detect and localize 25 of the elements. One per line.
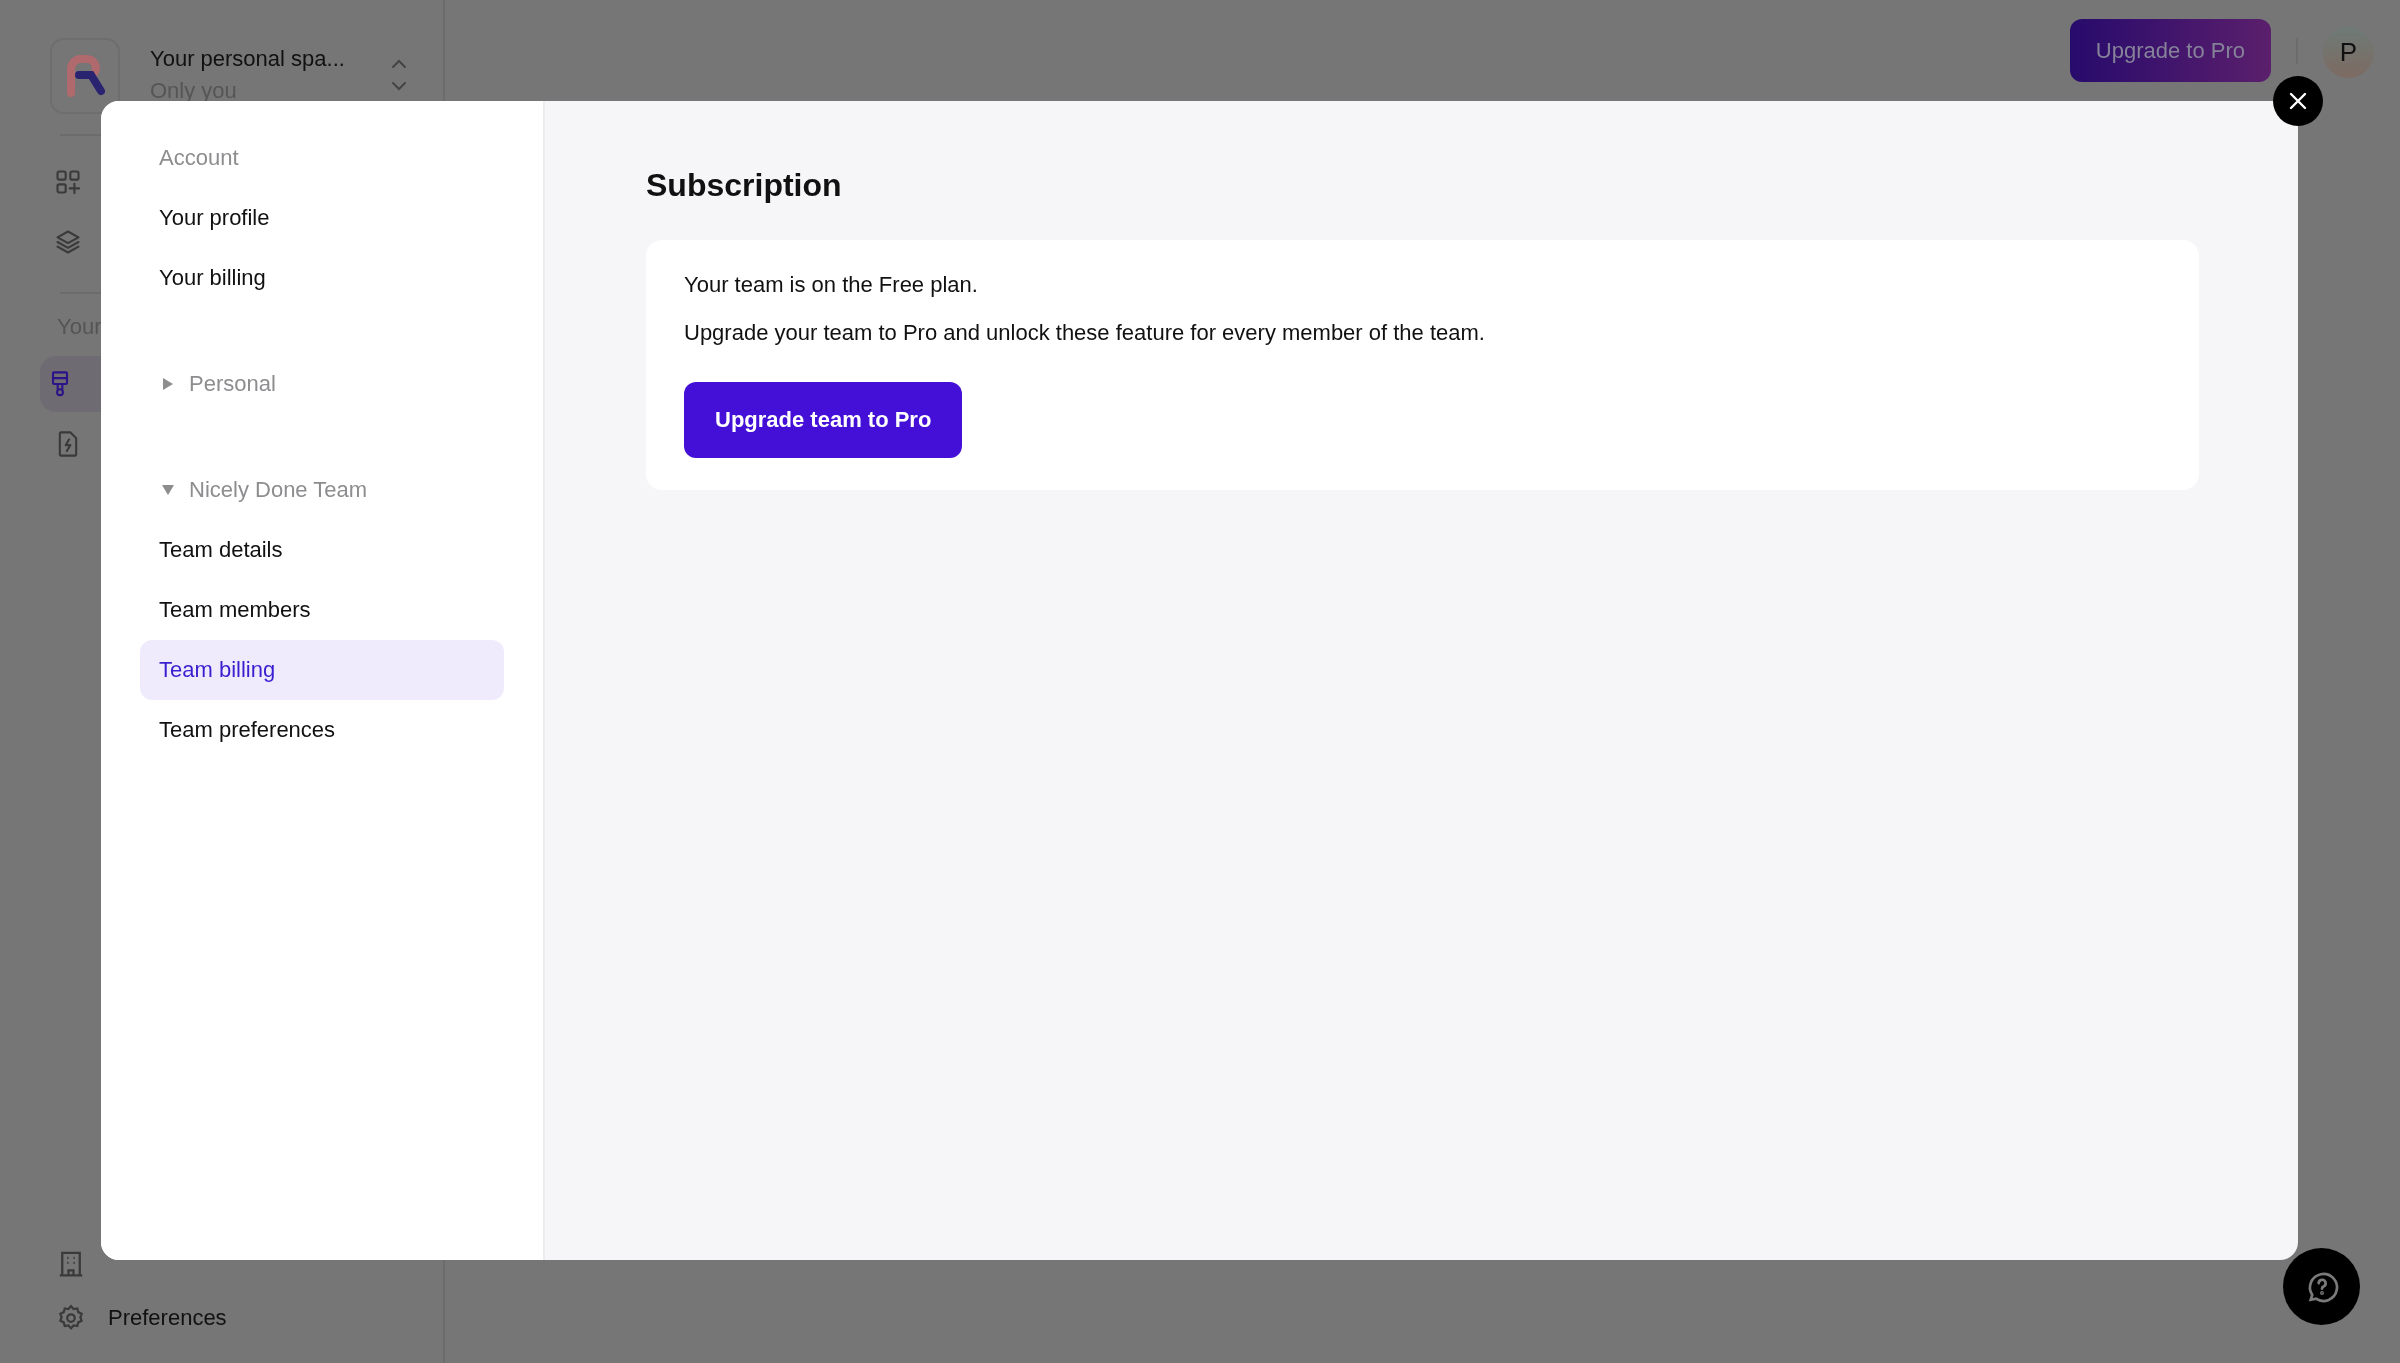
nav-group-label: Personal: [189, 371, 276, 397]
page-title: Subscription: [646, 167, 843, 204]
triangle-down-icon: [161, 483, 175, 497]
triangle-right-icon: [161, 377, 175, 391]
close-button[interactable]: [2273, 76, 2323, 126]
nav-item[interactable]: Team billing: [140, 640, 504, 700]
nav-item[interactable]: Team preferences: [140, 700, 504, 760]
nav-item[interactable]: Your billing: [140, 248, 504, 308]
layers-icon[interactable]: [54, 228, 82, 256]
nav-item[interactable]: Your profile: [140, 188, 504, 248]
avatar[interactable]: P: [2323, 27, 2374, 78]
nav-group-label: Nicely Done Team: [189, 477, 368, 503]
chevron-up-down-icon[interactable]: [390, 58, 408, 92]
preferences-link[interactable]: Preferences: [108, 1305, 227, 1331]
grid-plus-icon[interactable]: [54, 168, 82, 196]
upgrade-description: Upgrade your team to Pro and unlock these feature for every member of the team.: [684, 320, 1485, 346]
section-heading: Account: [158, 144, 240, 172]
upgrade-team-button[interactable]: Upgrade team to Pro: [684, 382, 963, 458]
nav-item[interactable]: Team members: [140, 580, 504, 640]
settings-icon[interactable]: [56, 1303, 86, 1333]
close-icon: [2287, 90, 2309, 112]
plan-status-text: Your team is on the Free plan.: [684, 272, 978, 298]
nav-item[interactable]: Team details: [140, 520, 504, 580]
workspace-name: Your personal spa...: [150, 46, 346, 72]
upgrade-button[interactable]: Upgrade to Pro: [2069, 19, 2271, 82]
